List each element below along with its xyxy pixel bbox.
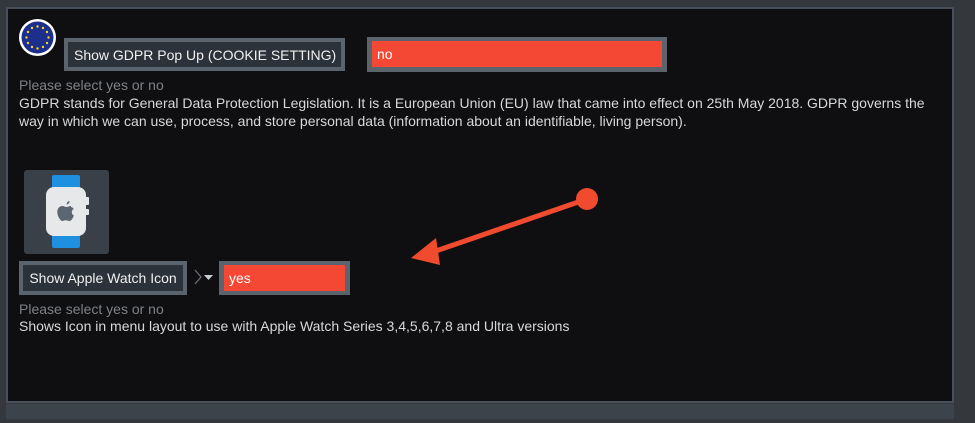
annotation-arrow [411, 188, 598, 265]
